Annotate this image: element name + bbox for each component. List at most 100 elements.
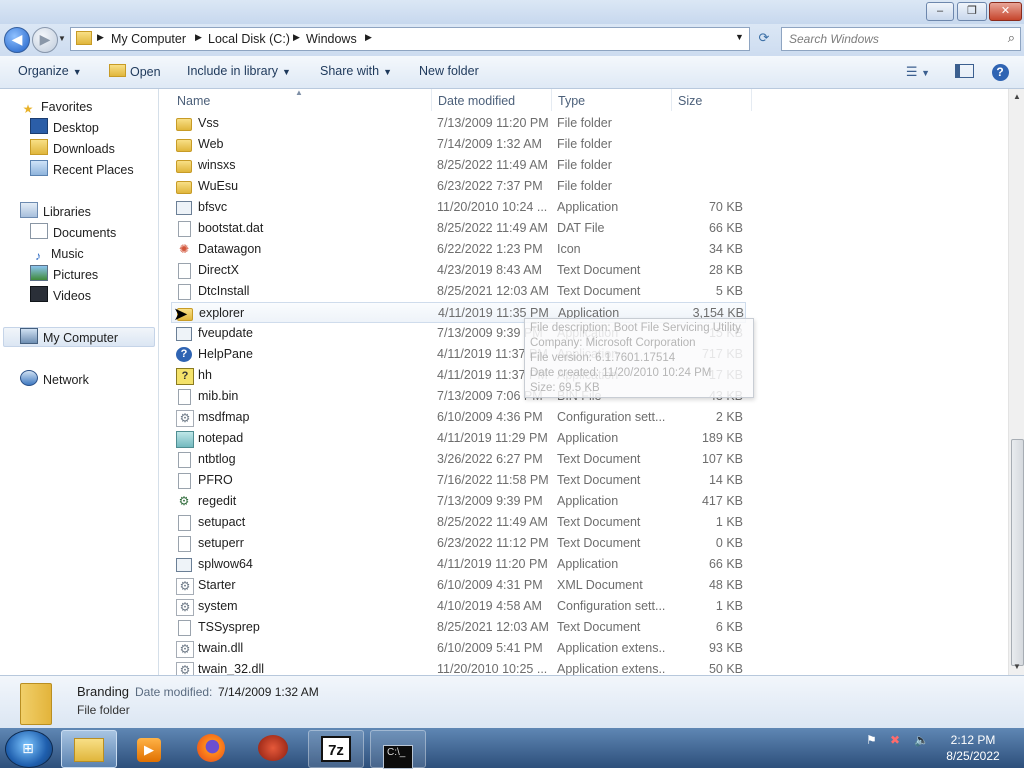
file-row[interactable]: ⚙ twain.dll 6/10/2009 5:41 PM Application e… (171, 638, 746, 659)
file-name: bootstat.dat (198, 221, 264, 235)
file-row[interactable]: ntbtlog 3/26/2022 6:27 PM Text Document 107… (171, 449, 746, 470)
file-row[interactable]: setuperr 6/23/2022 11:12 PM Text Document 0… (171, 533, 746, 554)
maximize-button[interactable]: ❐ (957, 2, 987, 21)
file-row[interactable]: Vss 7/13/2009 11:20 PM File folder (171, 113, 746, 134)
recent-places-icon (30, 160, 48, 176)
tray-volume-icon[interactable]: 🔈 (914, 733, 929, 747)
column-header-type[interactable]: Type (552, 89, 672, 111)
nav-videos[interactable]: Videos (30, 286, 91, 306)
breadcrumb-arrow-icon[interactable]: ▶ (195, 32, 202, 43)
nav-network[interactable]: Network (20, 370, 89, 390)
taskbar-firefox[interactable] (184, 730, 238, 766)
file-type: Text Document (557, 473, 641, 487)
file-row[interactable]: Web 7/14/2009 1:32 AM File folder (171, 134, 746, 155)
taskbar-explorer[interactable] (61, 730, 117, 768)
file-type: Application (557, 200, 619, 214)
recent-pages-dropdown[interactable]: ▼ (58, 34, 66, 43)
file-row[interactable]: WuEsu 6/23/2022 7:37 PM File folder (171, 176, 746, 197)
breadcrumb-my-computer[interactable]: My Computer (111, 32, 186, 46)
help-button[interactable]: ? (989, 61, 1011, 83)
file-row[interactable]: ⚙ msdfmap 6/10/2009 4:36 PM Configuration s… (171, 407, 746, 428)
file-row[interactable]: PFRO 7/16/2022 11:58 PM Text Document 14 KB (171, 470, 746, 491)
file-type: XML Document (557, 578, 643, 592)
nav-music[interactable]: ♪ Music (30, 244, 84, 264)
taskbar-media-player[interactable]: ▶ (122, 730, 176, 766)
nav-documents[interactable]: Documents (30, 223, 116, 243)
organize-button[interactable]: Organize ▼ (18, 64, 82, 78)
include-in-library-button[interactable]: Include in library ▼ (187, 64, 291, 78)
navigation-pane: ★ Favorites Desktop Downloads Recent Plac… (0, 89, 159, 675)
forward-button[interactable]: ▶ (32, 27, 58, 53)
file-row[interactable]: splwow64 4/11/2019 11:20 PM Application 66 … (171, 554, 746, 575)
close-button[interactable]: ✕ (989, 2, 1022, 21)
nav-favorites[interactable]: ★ Favorites (20, 97, 93, 117)
title-bar: – ❐ ✕ (0, 0, 1024, 24)
file-row[interactable]: ✺ Datawagon 6/22/2022 1:23 PM Icon 34 KB (171, 239, 746, 260)
search-icon[interactable]: ⌕ (1008, 30, 1015, 46)
change-view-button[interactable]: ☰ ▼ (898, 61, 938, 83)
file-type: Configuration sett... (557, 599, 665, 613)
folder-icon (20, 683, 52, 725)
scroll-up-arrow-icon[interactable]: ▲ (1013, 92, 1021, 101)
address-history-dropdown-icon[interactable]: ▼ (735, 32, 744, 42)
taskbar-7zip[interactable]: 7z (308, 730, 364, 768)
taskbar-command-prompt[interactable]: C:\_ (370, 730, 426, 769)
nav-downloads[interactable]: Downloads (30, 139, 115, 159)
file-row[interactable]: bootstat.dat 8/25/2022 11:49 AM DAT File 66… (171, 218, 746, 239)
scrollbar-thumb[interactable] (1011, 439, 1024, 666)
breadcrumb-windows[interactable]: Windows (306, 32, 357, 46)
file-row[interactable]: winsxs 8/25/2022 11:49 AM File folder (171, 155, 746, 176)
file-type: DAT File (557, 221, 605, 235)
config-file-icon: ⚙ (176, 578, 194, 595)
new-folder-button[interactable]: New folder (419, 64, 479, 78)
file-date-modified: 6/10/2009 4:36 PM (437, 410, 543, 424)
breadcrumb-local-disk[interactable]: Local Disk (C:) (208, 32, 290, 46)
scroll-down-arrow-icon[interactable]: ▼ (1013, 662, 1021, 671)
icon-file-icon: ✺ (178, 242, 190, 256)
nav-pictures[interactable]: Pictures (30, 265, 98, 285)
taskbar-app[interactable] (246, 730, 300, 766)
file-row[interactable]: ⚙ regedit 7/13/2009 9:39 PM Application 417 … (171, 491, 746, 512)
tray-network-icon[interactable]: ✖ (890, 733, 900, 747)
file-row[interactable]: DtcInstall 8/25/2021 12:03 AM Text Documen… (171, 281, 746, 302)
file-row[interactable]: bfsvc 11/20/2010 10:24 ... Application 70 K… (171, 197, 746, 218)
file-row[interactable]: ⚙ system 4/10/2019 4:58 AM Configuration se… (171, 596, 746, 617)
file-type: Application extens... (557, 662, 665, 675)
tray-action-center-icon[interactable]: ⚑ (866, 733, 877, 747)
music-icon: ♪ (35, 249, 41, 263)
file-size: 6 KB (715, 620, 743, 634)
breadcrumb-arrow-icon[interactable]: ▶ (365, 32, 372, 43)
nav-desktop[interactable]: Desktop (30, 118, 99, 138)
vertical-scrollbar[interactable]: ▲ ▼ (1008, 89, 1024, 675)
start-button[interactable]: ⊞ (5, 730, 53, 768)
column-header-size[interactable]: Size (672, 89, 752, 111)
minimize-button[interactable]: – (926, 2, 954, 21)
address-box[interactable]: ▶ My Computer ▶ Local Disk (C:) ▶ Window… (70, 27, 750, 51)
column-header-date-modified[interactable]: Date modified (432, 89, 552, 111)
column-header-name[interactable]: Name ▲ (171, 89, 432, 111)
breadcrumb-arrow-icon[interactable]: ▶ (293, 32, 300, 43)
file-date-modified: 11/20/2010 10:25 ... (437, 662, 548, 675)
file-row[interactable]: setupact 8/25/2022 11:49 AM Text Document 1… (171, 512, 746, 533)
preview-pane-button[interactable] (952, 61, 976, 83)
mouse-cursor-icon: ➤ (173, 304, 189, 324)
file-row[interactable]: TSSysprep 8/25/2021 12:03 AM Text Document… (171, 617, 746, 638)
text-file-icon (178, 536, 191, 552)
file-row[interactable]: DirectX 4/23/2019 8:43 AM Text Document 28 … (171, 260, 746, 281)
clock[interactable]: 2:12 PM 8/25/2022 (938, 732, 1008, 764)
file-date-modified: 8/25/2022 11:49 AM (437, 158, 548, 172)
nav-my-computer[interactable]: My Computer (3, 327, 155, 347)
nav-libraries[interactable]: Libraries (20, 202, 91, 222)
refresh-icon[interactable]: ⟳ (752, 27, 776, 49)
breadcrumb-arrow-icon[interactable]: ▶ (97, 32, 104, 43)
open-button[interactable]: Open (109, 64, 161, 79)
share-with-button[interactable]: Share with ▼ (320, 64, 392, 78)
search-input[interactable]: Search Windows ⌕ (781, 27, 1021, 51)
file-row[interactable]: notepad 4/11/2019 11:29 PM Application 189 … (171, 428, 746, 449)
nav-recent-places[interactable]: Recent Places (30, 160, 134, 180)
open-label: Open (130, 65, 161, 79)
back-button[interactable]: ◀ (4, 27, 30, 53)
file-name: fveupdate (198, 326, 253, 340)
file-row[interactable]: ⚙ Starter 6/10/2009 4:31 PM XML Document 48 … (171, 575, 746, 596)
file-row[interactable]: ⚙ twain_32.dll 11/20/2010 10:25 ... Applica… (171, 659, 746, 675)
